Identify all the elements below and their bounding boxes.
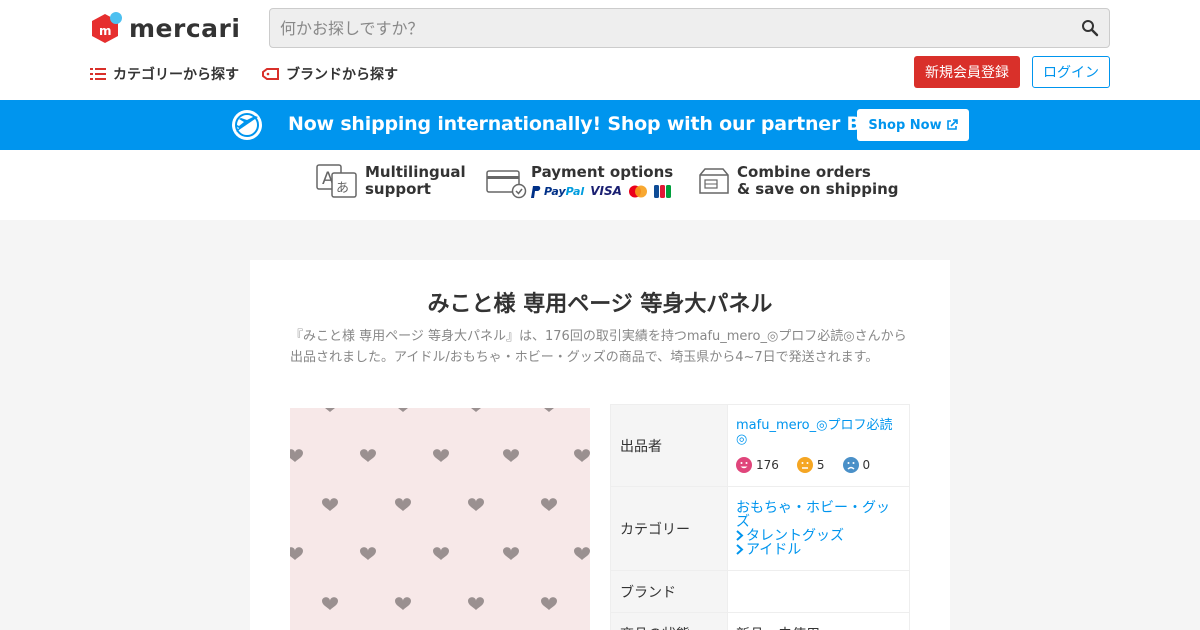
row-seller: 出品者 mafu_mero_◎プロフ必読◎ 176 5 0 bbox=[610, 404, 910, 487]
category-cell: おもちゃ・ホビー・グッズ タレントグッズ アイドル bbox=[727, 486, 910, 571]
airplane-globe-icon bbox=[232, 110, 262, 140]
category-sub2-link[interactable]: アイドル bbox=[736, 543, 901, 557]
svg-text:m: m bbox=[99, 24, 112, 38]
login-button[interactable]: ログイン bbox=[1032, 56, 1110, 88]
category-label: カテゴリー bbox=[610, 486, 728, 571]
brand-label: ブランド bbox=[610, 570, 728, 613]
feature-multilingual: A あ Multilingual support bbox=[316, 164, 466, 198]
item-card: みこと様 専用ページ 等身大パネル 『みこと様 専用ページ 等身大パネル』は、1… bbox=[250, 260, 950, 630]
feature-strip: A あ Multilingual support Payment options… bbox=[0, 150, 1200, 220]
tag-icon bbox=[262, 68, 279, 80]
visa-text: VISA bbox=[590, 184, 622, 198]
seller-cell: mafu_mero_◎プロフ必読◎ 176 5 0 bbox=[727, 404, 910, 487]
rating-bad: 0 bbox=[842, 456, 871, 473]
rating-normal: 5 bbox=[796, 456, 825, 473]
credit-card-icon bbox=[486, 170, 527, 199]
payment-title: Payment options bbox=[531, 163, 674, 181]
signup-button[interactable]: 新規会員登録 bbox=[914, 56, 1020, 88]
logo-text: mercari bbox=[129, 13, 241, 43]
combine-line1: Combine orders bbox=[737, 163, 871, 181]
paypal-text-a: Pay bbox=[544, 185, 566, 198]
mercari-logo[interactable]: m mercari bbox=[89, 11, 240, 45]
category-main-link[interactable]: おもちゃ・ホビー・グッズ bbox=[736, 501, 901, 529]
item-details-table: 出品者 mafu_mero_◎プロフ必読◎ 176 5 0 カテゴリー おもちゃ… bbox=[610, 404, 910, 630]
sad-face-icon bbox=[842, 456, 859, 473]
seller-label: 出品者 bbox=[610, 404, 728, 487]
chevron-right-icon bbox=[736, 530, 744, 541]
category-sub1-link[interactable]: タレントグッズ bbox=[736, 529, 901, 543]
jcb-icon bbox=[653, 185, 671, 198]
item-description: 『みこと様 専用ページ 等身大パネル』は、176回の取引実績を持つmafu_me… bbox=[290, 329, 907, 365]
buyee-banner: Now shipping internationally! Shop with … bbox=[0, 100, 1200, 150]
rating-normal-count: 5 bbox=[816, 457, 825, 472]
shop-now-label: Shop Now bbox=[868, 117, 942, 133]
nav-category-link[interactable]: カテゴリーから探す bbox=[90, 64, 239, 84]
site-header: m mercari カテゴリーから探す ブランドから探す 新規会員登録 ログイン bbox=[0, 0, 1200, 100]
svg-text:あ: あ bbox=[336, 181, 349, 196]
rating-bad-count: 0 bbox=[862, 457, 871, 472]
payment-logos: Pay Pal VISA bbox=[531, 183, 673, 200]
category-sub2-label: アイドル bbox=[746, 541, 802, 558]
multilingual-line2: support bbox=[365, 180, 431, 198]
paypal-icon bbox=[531, 185, 541, 198]
item-photo[interactable] bbox=[290, 408, 590, 630]
shop-now-button[interactable]: Shop Now bbox=[857, 109, 969, 141]
seller-name-link[interactable]: mafu_mero_◎プロフ必読◎ bbox=[736, 418, 901, 447]
seller-ratings: 176 5 0 bbox=[736, 456, 901, 473]
item-title: みこと様 専用ページ 等身大パネル bbox=[427, 292, 773, 317]
box-icon bbox=[699, 168, 729, 194]
banner-text: Now shipping internationally! Shop with … bbox=[288, 113, 921, 135]
feature-combine: Combine orders & save on shipping bbox=[697, 164, 899, 198]
brand-value bbox=[727, 570, 910, 613]
condition-value: 新品、未使用 bbox=[727, 612, 910, 630]
row-category: カテゴリー おもちゃ・ホビー・グッズ タレントグッズ アイドル bbox=[610, 486, 910, 571]
mercari-logo-icon: m bbox=[92, 12, 122, 43]
combine-line2: & save on shipping bbox=[737, 180, 899, 198]
nav-category-label: カテゴリーから探す bbox=[113, 67, 239, 83]
row-brand: ブランド bbox=[610, 570, 910, 613]
mastercard-icon bbox=[628, 185, 647, 198]
rating-good-count: 176 bbox=[756, 457, 779, 472]
rating-good: 176 bbox=[736, 456, 779, 473]
heart-pattern-image bbox=[290, 408, 590, 610]
nav-brand-label: ブランドから探す bbox=[286, 67, 398, 83]
translate-icon: A あ bbox=[316, 164, 357, 198]
category-sub1-label: タレントグッズ bbox=[746, 527, 844, 544]
condition-label: 商品の状態 bbox=[610, 612, 728, 630]
feature-payment: Payment options Pay Pal VISA bbox=[486, 164, 673, 200]
paypal-text-b: Pal bbox=[565, 185, 585, 198]
search-bar bbox=[269, 8, 1110, 48]
external-link-icon bbox=[946, 119, 958, 130]
multilingual-line1: Multilingual bbox=[365, 163, 466, 181]
nav-brand-link[interactable]: ブランドから探す bbox=[262, 64, 398, 84]
row-condition: 商品の状態 新品、未使用 bbox=[610, 612, 910, 630]
search-icon[interactable] bbox=[1081, 19, 1099, 37]
chevron-right-icon bbox=[736, 544, 744, 555]
search-input[interactable] bbox=[270, 9, 1050, 47]
smile-icon bbox=[736, 456, 752, 473]
list-icon bbox=[90, 68, 106, 80]
neutral-face-icon bbox=[796, 456, 813, 473]
